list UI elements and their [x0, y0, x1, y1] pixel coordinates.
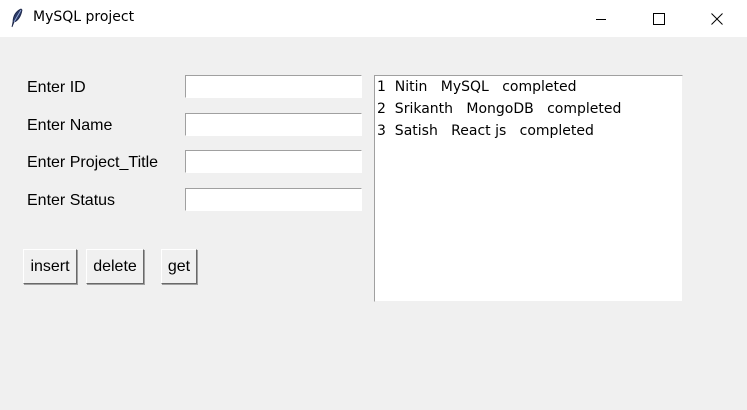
window-title: MySQL project — [33, 9, 135, 25]
list-item[interactable]: 1 Nitin MySQL completed — [375, 76, 682, 98]
get-button[interactable]: get — [161, 249, 197, 284]
name-label: Enter Name — [27, 117, 113, 134]
list-item[interactable]: 3 Satish React js completed — [375, 120, 682, 142]
title-bar[interactable]: MySQL project — [0, 0, 747, 37]
maximize-icon — [653, 12, 665, 25]
status-label: Enter Status — [27, 192, 116, 209]
minimize-icon — [596, 18, 606, 20]
project-title-label: Enter Project_Title — [27, 154, 159, 171]
records-listbox[interactable]: 1 Nitin MySQL completed 2 Srikanth Mongo… — [374, 75, 683, 302]
delete-button[interactable]: delete — [86, 249, 144, 284]
status-field[interactable] — [185, 188, 362, 211]
name-field[interactable] — [185, 113, 362, 136]
minimize-button[interactable] — [578, 0, 624, 37]
maximize-button[interactable] — [636, 0, 682, 37]
insert-button[interactable]: insert — [23, 249, 77, 284]
id-label: Enter ID — [27, 79, 86, 96]
project-title-field[interactable] — [185, 150, 362, 173]
close-button[interactable] — [694, 0, 740, 37]
feather-icon — [11, 8, 23, 28]
app-window: MySQL project Enter ID Enter Name Enter … — [0, 0, 747, 410]
list-item[interactable]: 2 Srikanth MongoDB completed — [375, 98, 682, 120]
close-icon — [711, 12, 723, 25]
id-field[interactable] — [185, 75, 362, 98]
